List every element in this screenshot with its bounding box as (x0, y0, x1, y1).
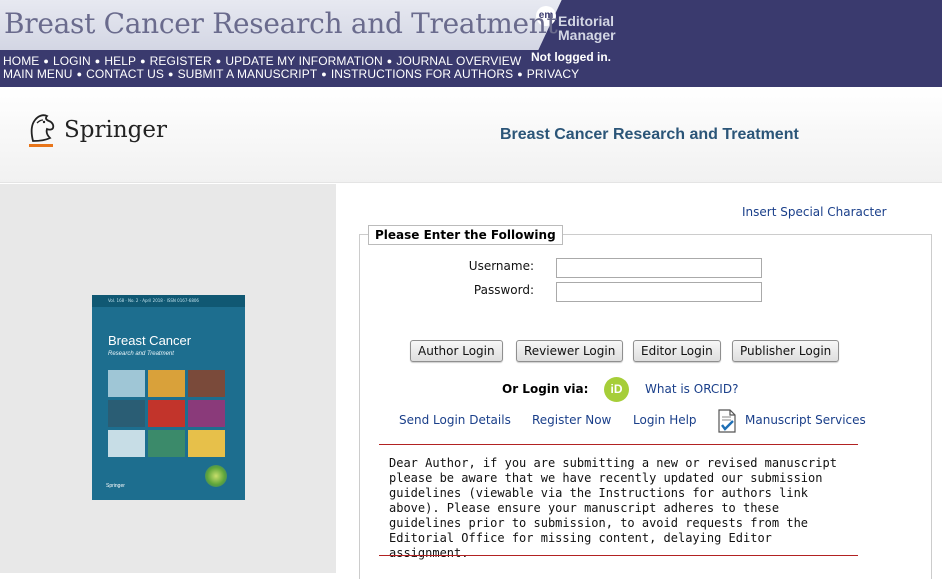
publisher-login-button[interactable]: Publisher Login (732, 340, 840, 362)
cover-tile (188, 430, 225, 457)
springer-wordmark: Springer (64, 117, 167, 143)
nav-separator: ● (386, 56, 393, 66)
cover-tile (108, 400, 145, 427)
nav-help[interactable]: HELP (104, 54, 136, 68)
divider-bottom (379, 555, 858, 556)
nav-separator: ● (168, 69, 174, 79)
cover-publisher: Springer (106, 483, 125, 489)
password-label: Password: (473, 283, 534, 297)
cover-tile (108, 430, 145, 457)
password-input[interactable] (556, 282, 762, 302)
nav-register[interactable]: REGISTER (150, 54, 212, 68)
cover-seal-icon (205, 465, 227, 487)
nav-update-info[interactable]: UPDATE MY INFORMATION (225, 54, 382, 68)
nav-separator: ● (517, 69, 523, 79)
nav-instructions-authors[interactable]: INSTRUCTIONS FOR AUTHORS (331, 67, 513, 81)
manuscript-services-link[interactable]: Manuscript Services (745, 413, 866, 427)
journal-cover-image: Vol. 168 · No. 2 · April 2018 · ISSN 016… (92, 295, 245, 500)
nav-separator: ● (43, 56, 49, 66)
springer-horse-icon (29, 114, 55, 147)
nav-separator: ● (140, 56, 146, 66)
register-now-link[interactable]: Register Now (532, 413, 611, 427)
nav-separator: ● (215, 56, 222, 66)
orcid-icon[interactable]: iD (604, 377, 629, 402)
nav-submit-manuscript[interactable]: SUBMIT A MANUSCRIPT (178, 67, 318, 81)
cover-tile (148, 370, 185, 397)
em-brand-line2: Manager (558, 27, 616, 43)
cover-tile (148, 400, 185, 427)
site-banner: Breast Cancer Research and Treatment HOM… (0, 0, 942, 87)
journal-heading: Breast Cancer Research and Treatment (500, 126, 799, 143)
cover-tile (188, 400, 225, 427)
login-help-link[interactable]: Login Help (633, 413, 697, 427)
nav-separator: ● (321, 69, 327, 79)
cover-tile (148, 430, 185, 457)
cover-subtitle: Research and Treatment (108, 351, 174, 357)
manuscript-document-icon[interactable] (716, 409, 738, 433)
author-login-button[interactable]: Author Login (410, 340, 503, 362)
nav-main-menu[interactable]: MAIN MENU (3, 67, 73, 81)
login-status: Not logged in. (531, 50, 611, 64)
nav-journal-overview[interactable]: JOURNAL OVERVIEW (396, 54, 521, 68)
em-brand-line1: Editorial (558, 13, 615, 29)
em-brand-text: Editorial Manager (558, 14, 616, 42)
top-nav-row-1: HOME ● LOGIN ● HELP ● REGISTER ● UPDATE MY INFOR… (3, 54, 521, 68)
login-legend: Please Enter the Following (368, 225, 563, 245)
editor-login-button[interactable]: Editor Login (633, 340, 721, 362)
cover-tile (108, 370, 145, 397)
nav-separator: ● (76, 69, 83, 79)
nav-privacy[interactable]: PRIVACY (527, 67, 580, 81)
divider-top (379, 444, 858, 445)
cover-title: Breast Cancer (108, 333, 192, 348)
reviewer-login-button[interactable]: Reviewer Login (516, 340, 624, 362)
cover-tile (188, 370, 225, 397)
or-login-via-label: Or Login via: (502, 382, 589, 396)
publisher-band: Springer Breast Cancer Research and Trea… (0, 87, 942, 183)
username-label: Username: (468, 259, 534, 273)
cover-image-grid (108, 370, 228, 457)
send-login-details-link[interactable]: Send Login Details (399, 413, 511, 427)
username-input[interactable] (556, 258, 762, 278)
nav-home[interactable]: HOME (3, 54, 39, 68)
login-content: Insert Special Character Please Enter th… (336, 190, 942, 579)
nav-contact-us[interactable]: CONTACT US (86, 67, 164, 81)
journal-title: Breast Cancer Research and Treatment (4, 7, 558, 40)
what-is-orcid-link[interactable]: What is ORCID? (645, 382, 738, 396)
nav-separator: ● (94, 56, 101, 66)
cover-issue-text: Vol. 168 · No. 2 · April 2018 · ISSN 016… (108, 298, 199, 303)
author-notice-text: Dear Author, if you are submitting a new… (389, 456, 837, 560)
nav-login[interactable]: LOGIN (53, 54, 91, 68)
insert-special-character-link[interactable]: Insert Special Character (742, 205, 887, 219)
top-nav-row-2: MAIN MENU ● CONTACT US ● SUBMIT A MANUSCRIPT… (3, 67, 579, 81)
springer-logo[interactable]: Springer (25, 111, 185, 155)
